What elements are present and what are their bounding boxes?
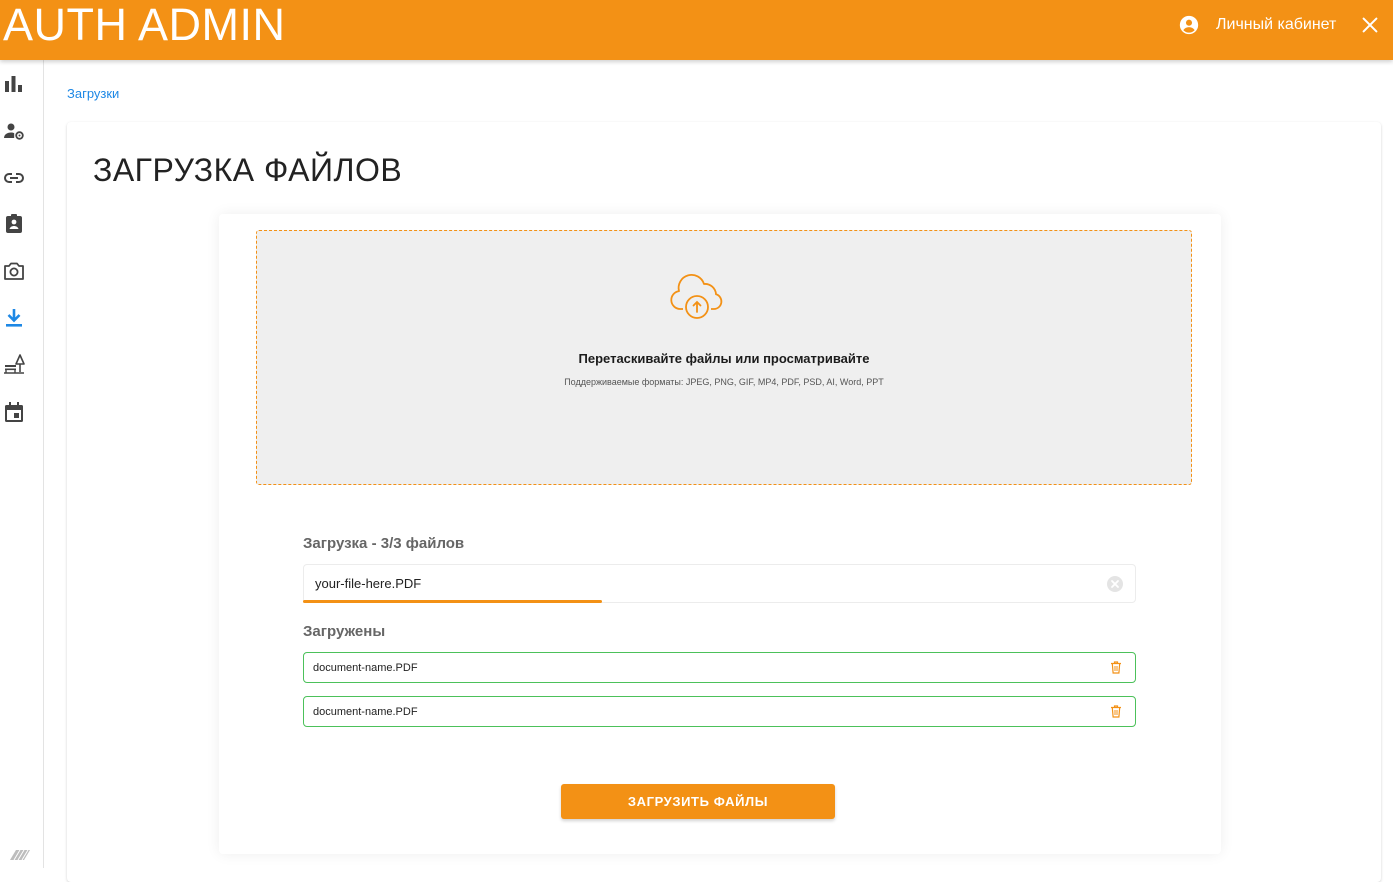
cancel-upload-icon[interactable]: [1106, 575, 1124, 593]
uploaded-file-name: document-name.PDF: [313, 662, 418, 674]
uploading-label: Загрузка - 3/3 файлов: [303, 535, 465, 552]
sidebar-item-camera[interactable]: [2, 259, 26, 283]
close-icon[interactable]: [1359, 14, 1381, 36]
upload-progress-bar: [303, 600, 603, 603]
sidebar-item-assignments[interactable]: [2, 212, 26, 236]
dropzone-title: Перетаскивайте файлы или просматривайте: [578, 351, 870, 366]
breadcrumb[interactable]: Загрузки: [67, 86, 119, 101]
trash-icon[interactable]: [1110, 661, 1122, 674]
uploaded-file-name: document-name.PDF: [313, 706, 418, 718]
sidebar-item-downloads[interactable]: [2, 306, 26, 330]
sidebar-item-calendar[interactable]: [2, 400, 26, 424]
page-title: ЗАГРУЗКА ФАЙЛОВ: [93, 152, 403, 188]
sidebar: [0, 60, 44, 868]
sidebar-item-links[interactable]: [2, 166, 26, 190]
account-button[interactable]: Личный кабинет: [1178, 13, 1336, 37]
download-icon: [6, 309, 22, 327]
uploading-file-row: your-file-here.PDF: [303, 564, 1136, 603]
bar-chart-icon: [5, 76, 22, 92]
upload-files-button[interactable]: ЗАГРУЗИТЬ ФАЙЛЫ: [561, 784, 835, 819]
account-label: Личный кабинет: [1216, 16, 1337, 33]
uploading-file-name: your-file-here.PDF: [315, 576, 422, 591]
uploaded-file-row: document-name.PDF: [303, 696, 1136, 727]
trash-icon[interactable]: [1110, 705, 1122, 718]
dropzone-formats: Поддерживаемые форматы: JPEG, PNG, GIF, …: [564, 377, 884, 387]
sidebar-item-park[interactable]: [2, 352, 26, 376]
cloud-upload-icon: [670, 274, 723, 319]
sidebar-item-stats[interactable]: [2, 72, 26, 96]
app-bar: AUTH ADMIN Личный кабинет: [0, 0, 1393, 60]
link-icon: [4, 173, 24, 183]
park-bench-icon: [4, 354, 25, 374]
calendar-icon: [5, 402, 23, 422]
collapse-handle-icon[interactable]: [8, 848, 32, 862]
account-circle-icon: [1179, 15, 1199, 35]
assignment-ind-icon: [6, 214, 22, 233]
sidebar-item-user-settings[interactable]: [2, 119, 26, 143]
file-dropzone[interactable]: Перетаскивайте файлы или просматривайте …: [256, 230, 1192, 485]
user-settings-icon: [4, 123, 24, 140]
app-title: AUTH ADMIN: [3, 0, 286, 50]
uploaded-label: Загружены: [303, 623, 386, 640]
camera-icon: [4, 262, 24, 280]
uploaded-file-row: document-name.PDF: [303, 652, 1136, 683]
